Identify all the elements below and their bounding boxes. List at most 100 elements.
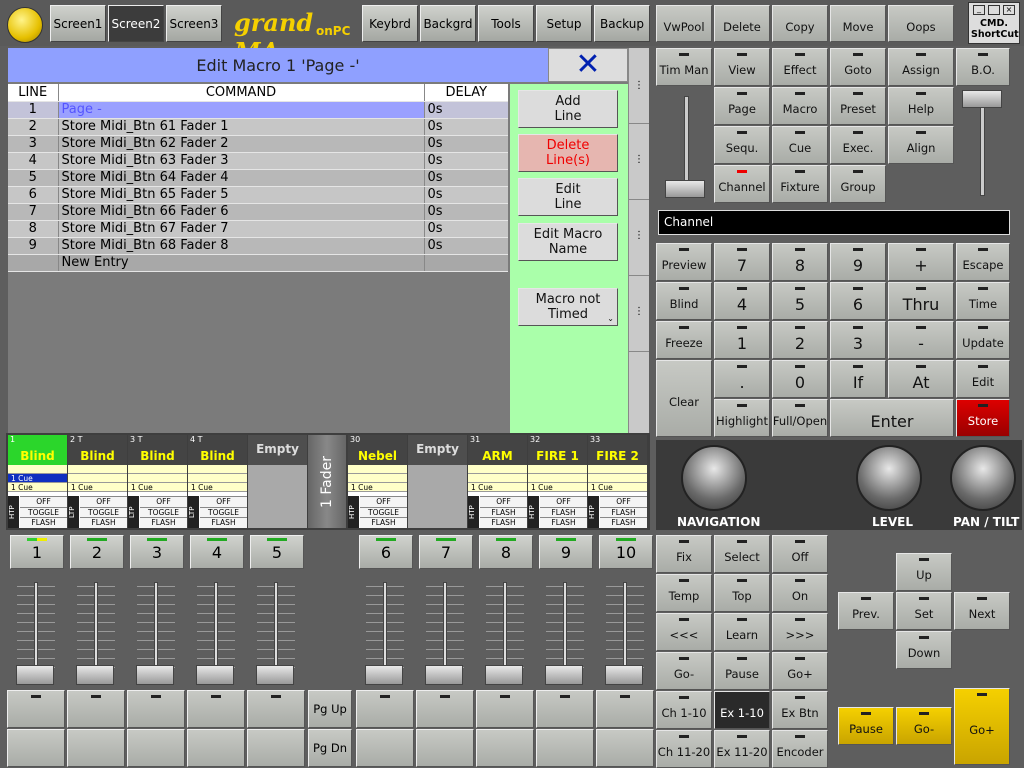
store-button[interactable]: Store xyxy=(956,399,1010,437)
fader-knob[interactable] xyxy=(605,665,643,685)
scroll-handle-3[interactable]: ⋮ xyxy=(629,200,649,276)
executor-8[interactable]: 31 ARM 1 Cue HTP OFF FLASH FLASH xyxy=(468,435,527,528)
grand-master-knob[interactable] xyxy=(665,180,705,198)
fader-knob[interactable] xyxy=(196,665,234,685)
scroll-handle-1[interactable]: ⋮ xyxy=(629,48,649,124)
fader-button-top[interactable] xyxy=(416,690,474,728)
fader-knob[interactable] xyxy=(256,665,294,685)
table-row[interactable]: 4 Store Midi_Btn 63 Fader 3 0s xyxy=(8,152,508,170)
fader-knob[interactable] xyxy=(365,665,403,685)
goto-button[interactable]: Goto xyxy=(830,48,886,86)
key-9[interactable]: 9 xyxy=(830,243,886,281)
executor-function-button[interactable]: FLASH xyxy=(540,517,587,528)
table-row[interactable]: 8 Store Midi_Btn 67 Fader 7 0s xyxy=(8,220,508,238)
minimize-icon[interactable]: _ xyxy=(973,5,985,15)
fader-head-6[interactable]: 6 xyxy=(359,535,413,569)
macro-timed-dropdown[interactable]: Macro not Timed ⌄ xyxy=(518,288,618,326)
fader-button-top[interactable] xyxy=(7,690,65,728)
set-button[interactable]: Set xyxy=(896,592,952,630)
off-button[interactable]: Off xyxy=(772,535,828,573)
executor-function-button[interactable]: FLASH xyxy=(80,517,127,528)
pan-tilt-knob[interactable] xyxy=(950,445,1016,511)
executor-function-button[interactable]: OFF xyxy=(480,496,527,507)
copy-button[interactable]: Copy xyxy=(772,5,828,42)
cmd-shortcut-button[interactable]: CMD. ShortCut xyxy=(971,18,1019,40)
escape-button[interactable]: Escape xyxy=(956,243,1010,281)
fader-knob[interactable] xyxy=(485,665,523,685)
enter-button[interactable]: Enter xyxy=(830,399,954,437)
delete-lines-button[interactable]: Delete Line(s) xyxy=(518,134,618,172)
scroll-handle-2[interactable]: ⋮ xyxy=(629,124,649,200)
table-row[interactable]: 7 Store Midi_Btn 66 Fader 6 0s xyxy=(8,203,508,221)
executor-2[interactable]: 2 T Blind 1 Cue LTP OFF TOGGLE FLASH xyxy=(68,435,127,528)
table-row[interactable]: 2 Store Midi_Btn 61 Fader 1 0s xyxy=(8,118,508,136)
fader-button-top[interactable] xyxy=(187,690,245,728)
fader-button-bottom[interactable] xyxy=(187,729,245,767)
fader-button-top[interactable] xyxy=(67,690,125,728)
key-3[interactable]: 3 xyxy=(830,321,886,359)
up-button[interactable]: Up xyxy=(896,553,952,591)
fader-button-top[interactable] xyxy=(596,690,654,728)
next-button[interactable]: Next xyxy=(954,592,1010,630)
executor-9[interactable]: 32 FIRE 11 Cue HTP OFF FLASH FLASH xyxy=(528,435,587,528)
executor-function-button[interactable]: FLASH xyxy=(20,517,67,528)
fader-button-bottom[interactable] xyxy=(356,729,414,767)
fader-button-bottom[interactable] xyxy=(596,729,654,767)
fader-knob[interactable] xyxy=(136,665,174,685)
back-button[interactable]: <<< xyxy=(656,613,712,651)
executor-function-button[interactable]: OFF xyxy=(360,496,407,507)
executor-function-button[interactable]: OFF xyxy=(140,496,187,507)
fader-button-top[interactable] xyxy=(247,690,305,728)
key-4[interactable]: 4 xyxy=(714,282,770,320)
fader-knob[interactable] xyxy=(425,665,463,685)
go-plus-button[interactable]: Go+ xyxy=(772,652,828,690)
keyboard-button[interactable]: Keybrd xyxy=(362,5,418,42)
table-row[interactable]: New Entry xyxy=(8,254,508,272)
yellow-pause-button[interactable]: Pause xyxy=(838,707,894,745)
tab-screen2[interactable]: Screen2 xyxy=(108,5,164,42)
executor-function-button[interactable]: TOGGLE xyxy=(200,506,247,518)
freeze-button[interactable]: Freeze xyxy=(656,321,712,359)
executor-function-button[interactable]: FLASH xyxy=(140,517,187,528)
bo-master-knob[interactable] xyxy=(962,90,1002,108)
table-row[interactable]: 1 Page -0s xyxy=(8,101,508,119)
background-button[interactable]: Backgrd xyxy=(420,5,476,42)
fullopen-button[interactable]: Full/Open xyxy=(772,399,828,437)
executor-function-button[interactable]: FLASH xyxy=(540,506,587,518)
key-2[interactable]: 2 xyxy=(772,321,828,359)
fader-knob[interactable] xyxy=(76,665,114,685)
key-thru[interactable]: Thru xyxy=(888,282,954,320)
sequ-button[interactable]: Sequ. xyxy=(714,126,770,164)
ex-11-20-button[interactable]: Ex 11-20 xyxy=(714,730,770,768)
key-6[interactable]: 6 xyxy=(830,282,886,320)
fader-head-10[interactable]: 10 xyxy=(599,535,653,569)
backup-button[interactable]: Backup xyxy=(594,5,650,42)
fader-button-top[interactable] xyxy=(536,690,594,728)
help-button[interactable]: Help xyxy=(888,87,954,125)
table-row[interactable]: 5 Store Midi_Btn 64 Fader 4 0s xyxy=(8,169,508,187)
table-row[interactable]: 9 Store Midi_Btn 68 Fader 8 0s xyxy=(8,237,508,255)
yellow-go-plus-button[interactable]: Go+ xyxy=(954,688,1010,765)
executor-3[interactable]: 3 T Blind 1 Cue LTP OFF TOGGLE FLASH xyxy=(128,435,187,528)
executor-function-button[interactable]: FLASH xyxy=(200,517,247,528)
executor-1[interactable]: 1 Blind 1 Cue 1 Cue HTP OFF TOGGLE FLASH xyxy=(8,435,67,528)
edit-line-button[interactable]: Edit Line xyxy=(518,178,618,216)
fader-button-bottom[interactable] xyxy=(536,729,594,767)
fader-button-bottom[interactable] xyxy=(127,729,185,767)
clear-button[interactable]: Clear xyxy=(656,360,712,437)
key-at[interactable]: At xyxy=(888,360,954,398)
ex-btn-button[interactable]: Ex Btn xyxy=(772,691,828,729)
preview-button[interactable]: Preview xyxy=(656,243,712,281)
fader-button-top[interactable] xyxy=(356,690,414,728)
exec-button[interactable]: Exec. xyxy=(830,126,886,164)
assign-button[interactable]: Assign xyxy=(888,48,954,86)
key-if[interactable]: If xyxy=(830,360,886,398)
key-5[interactable]: 5 xyxy=(772,282,828,320)
fader-head-4[interactable]: 4 xyxy=(190,535,244,569)
bo-master-track[interactable] xyxy=(980,96,985,196)
group-button[interactable]: Group xyxy=(830,165,886,203)
move-button[interactable]: Move xyxy=(830,5,886,42)
vwpool-button[interactable]: VwPool xyxy=(656,5,712,42)
align-button[interactable]: Align xyxy=(888,126,954,164)
update-button[interactable]: Update xyxy=(956,321,1010,359)
